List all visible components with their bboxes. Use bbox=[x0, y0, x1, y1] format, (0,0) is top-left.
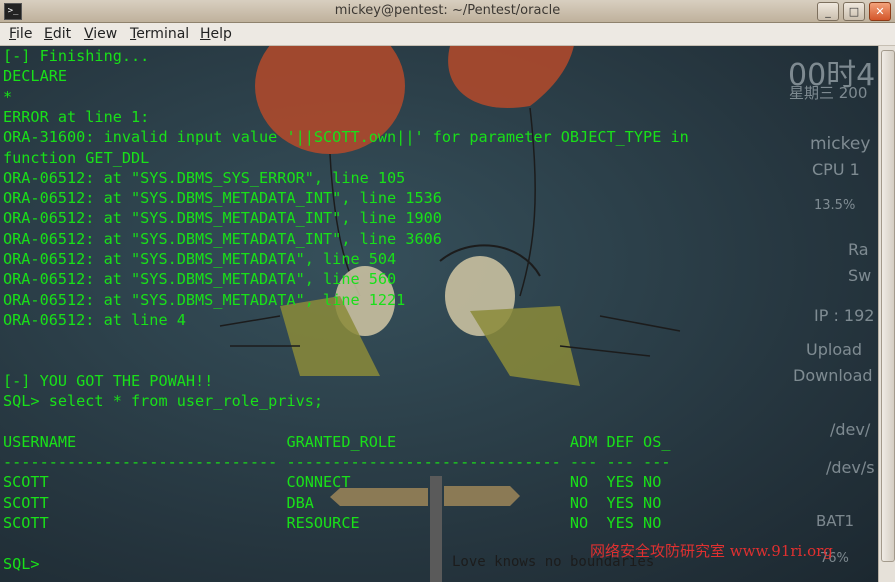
menu-help[interactable]: Help bbox=[200, 26, 232, 42]
terminal-line: SQL> bbox=[3, 554, 40, 573]
terminal-line: ORA-06512: at line 4 bbox=[3, 310, 186, 329]
maximize-button[interactable]: □ bbox=[843, 2, 865, 21]
terminal-window: >_ mickey@pentest: ~/Pentest/oracle _ □ … bbox=[0, 0, 895, 582]
terminal-line: ORA-06512: at "SYS.DBMS_METADATA_INT", l… bbox=[3, 209, 442, 228]
terminal-line: SCOTT CONNECT NO YES NO bbox=[3, 473, 662, 492]
terminal-line: function GET_DDL bbox=[3, 148, 150, 167]
upload-label: Upload bbox=[806, 340, 863, 359]
balloon-right bbox=[448, 46, 574, 108]
ram-label: Ra bbox=[848, 240, 869, 259]
terminal-line: [-] Finishing... bbox=[3, 47, 150, 65]
close-button[interactable]: ✕ bbox=[869, 2, 891, 21]
terminal-scrollbar[interactable] bbox=[878, 46, 895, 582]
window-title: mickey@pentest: ~/Pentest/oracle bbox=[334, 3, 561, 18]
terminal-line: ORA-06512: at "SYS.DBMS_SYS_ERROR", line… bbox=[3, 168, 406, 187]
menu-edit[interactable]: Edit bbox=[44, 26, 71, 42]
watermark: 网络安全攻防研究室 www.91ri.org bbox=[590, 542, 833, 560]
terminal-line: SQL> select * from user_role_privs; bbox=[3, 392, 324, 411]
minimize-button[interactable]: _ bbox=[817, 2, 839, 21]
terminal-line: ORA-31600: invalid input value '||SCOTT.… bbox=[3, 128, 689, 147]
terminal-line: [-] YOU GOT THE POWAH!! bbox=[3, 371, 214, 390]
terminal-line: ORA-06512: at "SYS.DBMS_METADATA_INT", l… bbox=[3, 229, 442, 248]
terminal-line: USERNAME GRANTED_ROLE ADM DEF OS_ bbox=[3, 432, 671, 451]
battery-label: BAT1 bbox=[816, 512, 855, 530]
menu-terminal[interactable]: Terminal bbox=[130, 26, 189, 42]
disk-1-label: /dev/ bbox=[830, 420, 871, 439]
menu-file[interactable]: File bbox=[9, 26, 32, 42]
desktop-system-monitor: 00时4 星期三 200 mickey CPU 1 13.5% Ra Sw IP… bbox=[780, 46, 878, 582]
menu-bar: File Edit View Terminal Help bbox=[0, 23, 895, 46]
swap-label: Sw bbox=[848, 266, 872, 285]
cpu-percent: 13.5% bbox=[814, 198, 856, 213]
scrollbar-thumb[interactable] bbox=[881, 50, 895, 562]
disk-2-label: /dev/s bbox=[826, 458, 875, 477]
menu-view[interactable]: View bbox=[84, 26, 117, 42]
title-bar[interactable]: >_ mickey@pentest: ~/Pentest/oracle _ □ … bbox=[0, 0, 895, 23]
terminal-line: ERROR at line 1: bbox=[3, 107, 150, 126]
terminal-line: ORA-06512: at "SYS.DBMS_METADATA", line … bbox=[3, 290, 406, 309]
date-widget: 星期三 200 bbox=[789, 84, 868, 102]
cpu-label: CPU 1 bbox=[812, 160, 860, 179]
terminal-line: ORA-06512: at "SYS.DBMS_METADATA_INT", l… bbox=[3, 189, 442, 208]
user-label: mickey bbox=[810, 134, 871, 154]
terminal-output-area[interactable]: Love knows no boundaries 00时4 星期三 200 mi… bbox=[0, 46, 878, 582]
download-label: Download bbox=[793, 366, 873, 385]
terminal-line: * bbox=[3, 87, 13, 106]
terminal-line: ------------------------------ ---------… bbox=[3, 453, 671, 471]
terminal-line: ORA-06512: at "SYS.DBMS_METADATA", line … bbox=[3, 250, 397, 268]
terminal-line: DECLARE bbox=[3, 67, 68, 86]
terminal-line: SCOTT DBA NO YES NO bbox=[3, 493, 662, 512]
terminal-line: SCOTT RESOURCE NO YES NO bbox=[3, 513, 662, 532]
ip-label: IP : 192 bbox=[814, 306, 875, 325]
terminal-line: ORA-06512: at "SYS.DBMS_METADATA", line … bbox=[3, 270, 397, 289]
